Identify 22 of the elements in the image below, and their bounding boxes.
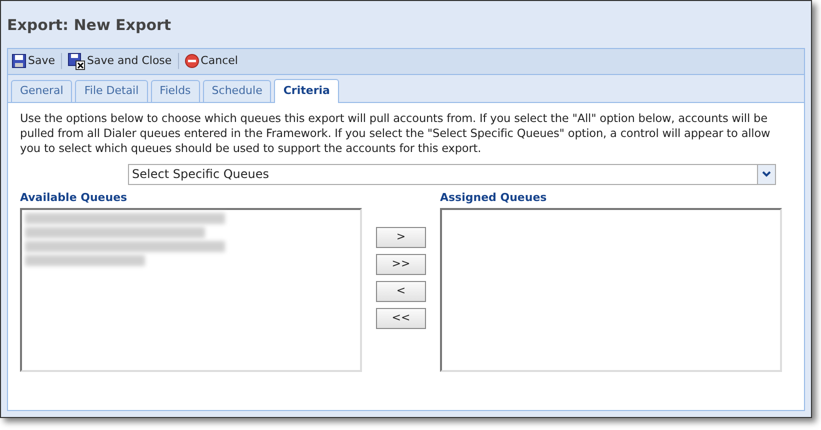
assigned-queues-list[interactable] <box>440 208 782 372</box>
floppy-disk-icon <box>68 52 86 70</box>
tab[interactable]: Criteria <box>274 78 339 102</box>
available-queues-list[interactable] <box>20 208 362 372</box>
move-button[interactable]: << <box>376 308 426 328</box>
toolbar-button[interactable]: Save and Close <box>68 52 172 70</box>
toolbar-button[interactable]: Save <box>12 52 56 70</box>
list-label: Assigned Queues <box>440 190 548 206</box>
tab[interactable]: Schedule <box>202 80 272 102</box>
queue-mode-dropdown[interactable]: Select Specific Queues <box>128 164 776 184</box>
move-button[interactable]: < <box>376 280 426 302</box>
move-button[interactable]: >> <box>376 254 426 274</box>
tab[interactable]: General <box>11 80 72 102</box>
tab[interactable]: File Detail <box>75 80 148 102</box>
move-button[interactable]: > <box>376 226 426 248</box>
list-label: Available Queues <box>20 190 128 206</box>
toolbar-button[interactable]: Cancel <box>184 52 238 70</box>
chevron-down-icon <box>762 171 771 177</box>
cancel-icon <box>184 54 199 68</box>
description-text: Use the options below to choose which queues this export will pull accounts from. If you select the "All" option below, accounts will be pulled from all Dialer queues entered in the Framework. If you select the "Select Specific Queues" option, a control will appear to allow you to select which queues should be used to support the accounts for this export. <box>20 110 772 156</box>
window-title: Export: New Export <box>6 15 172 36</box>
tab[interactable]: Fields <box>150 80 200 102</box>
